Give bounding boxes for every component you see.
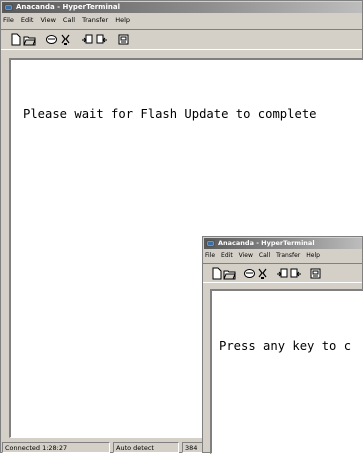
connect-icon[interactable] bbox=[45, 33, 58, 46]
status-detect: Auto detect bbox=[113, 442, 179, 453]
terminal-message: Press any key to c bbox=[219, 339, 352, 353]
send-icon[interactable] bbox=[276, 267, 289, 280]
new-icon[interactable] bbox=[9, 33, 22, 46]
toolbar bbox=[1, 29, 362, 50]
disconnect-icon[interactable] bbox=[256, 267, 269, 280]
menu-edit[interactable]: Edit bbox=[21, 16, 34, 24]
connect-icon[interactable] bbox=[243, 267, 256, 280]
window-title: Anacanda - HyperTerminal bbox=[218, 239, 315, 247]
open-icon[interactable] bbox=[223, 267, 236, 280]
menu-help[interactable]: Help bbox=[115, 16, 130, 24]
title-bar[interactable]: Anacanda - HyperTerminal bbox=[2, 2, 362, 13]
open-icon[interactable] bbox=[23, 33, 36, 46]
menu-view[interactable]: View bbox=[40, 16, 55, 24]
terminal-area[interactable]: Press any key to c bbox=[210, 289, 363, 454]
status-baud: 384 bbox=[182, 442, 204, 453]
receive-icon[interactable] bbox=[95, 33, 108, 46]
menu-help[interactable]: Help bbox=[306, 252, 320, 259]
send-icon[interactable] bbox=[81, 33, 94, 46]
menu-transfer[interactable]: Transfer bbox=[82, 16, 108, 24]
menu-transfer[interactable]: Transfer bbox=[276, 252, 300, 259]
menu-view[interactable]: View bbox=[239, 252, 253, 259]
menu-edit[interactable]: Edit bbox=[221, 252, 233, 259]
menu-file[interactable]: File bbox=[205, 252, 215, 259]
menu-call[interactable]: Call bbox=[259, 252, 270, 259]
hyperterminal-icon bbox=[4, 4, 13, 11]
hyperterminal-icon bbox=[206, 240, 215, 247]
new-icon[interactable] bbox=[210, 267, 223, 280]
hyperterminal-window-front: Anacanda - HyperTerminal File Edit View Cal… bbox=[202, 236, 363, 454]
receive-icon[interactable] bbox=[289, 267, 302, 280]
menu-bar: File Edit View Call Transfer Help bbox=[3, 14, 137, 26]
toolbar bbox=[203, 263, 362, 283]
properties-icon[interactable] bbox=[309, 267, 322, 280]
terminal-message: Please wait for Flash Update to complete bbox=[23, 107, 317, 121]
window-title: Anacanda - HyperTerminal bbox=[16, 3, 120, 11]
title-bar[interactable]: Anacanda - HyperTerminal bbox=[204, 238, 362, 249]
menu-bar: File Edit View Call Transfer Help bbox=[205, 250, 326, 262]
disconnect-icon[interactable] bbox=[59, 33, 72, 46]
menu-file[interactable]: File bbox=[3, 16, 14, 24]
status-connected: Connected 1:28:27 bbox=[2, 442, 110, 453]
properties-icon[interactable] bbox=[117, 33, 130, 46]
menu-call[interactable]: Call bbox=[63, 16, 75, 24]
